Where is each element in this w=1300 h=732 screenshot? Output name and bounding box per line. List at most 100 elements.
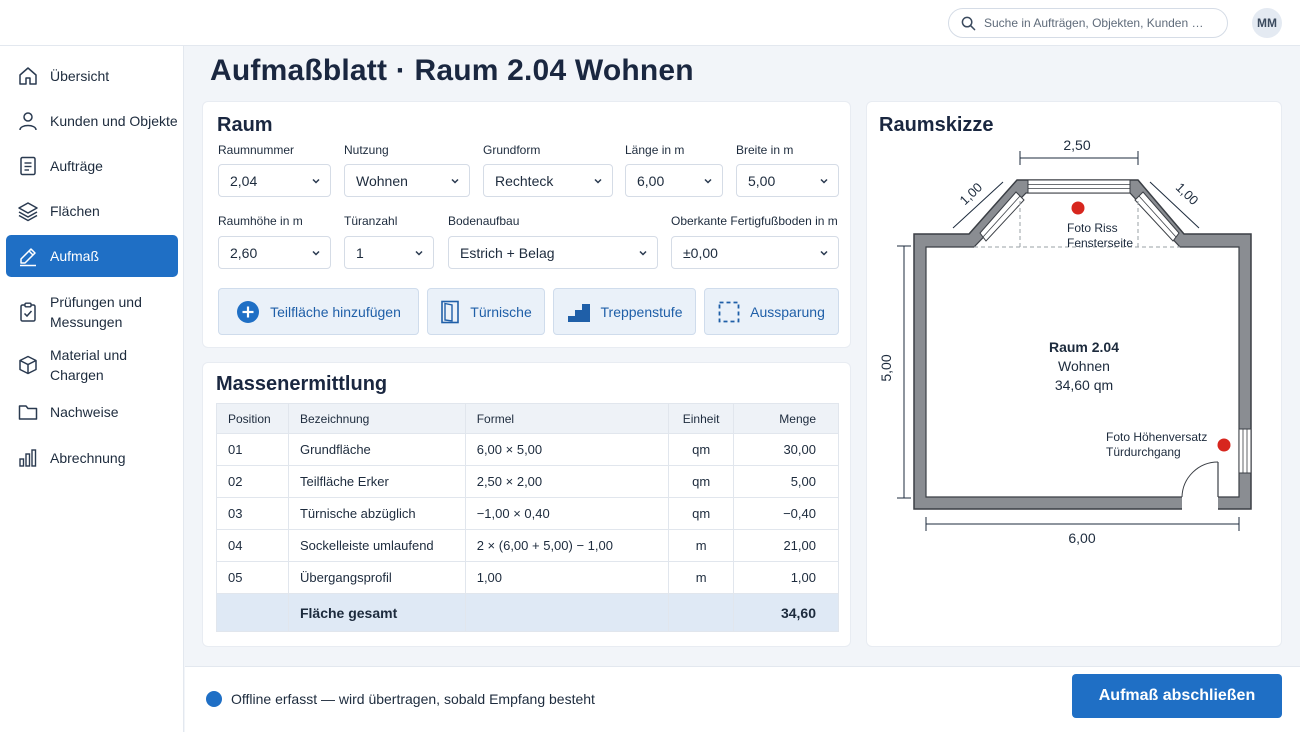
table-row[interactable]: 02 Teilfläche Erker 2,50 × 2,00 qm 5,00 xyxy=(216,465,839,498)
room-sketch[interactable]: 2,50 1,00 1,00 5,00 6,00 Raum 2.04 Wohne… xyxy=(866,102,1282,648)
column-header: Position xyxy=(216,403,289,434)
grundform-value: Rechteck xyxy=(495,172,554,189)
column-header: Bezeichnung xyxy=(287,403,466,434)
nutzung-value: Wohnen xyxy=(356,172,408,189)
grundform-select[interactable]: Rechteck xyxy=(483,164,613,197)
bodenaufbau-value: Estrich + Belag xyxy=(460,244,555,261)
formel-cell: 1,00 xyxy=(464,561,670,594)
room-area: 34,60 qm xyxy=(1055,377,1113,393)
dashed-frame-icon xyxy=(718,301,740,322)
avatar[interactable]: MM xyxy=(1252,8,1282,38)
box-icon xyxy=(17,354,39,376)
raumnummer-select[interactable]: 2,04 xyxy=(218,164,331,197)
tueranzahl-select[interactable]: 1 xyxy=(344,236,434,269)
menge-cell: 1,00 xyxy=(733,561,839,594)
tuernische-label: Türnische xyxy=(470,303,532,320)
search-box[interactable] xyxy=(948,8,1228,38)
massenermittlung-card: Massenermittlung Position Bezeichnung Fo… xyxy=(202,362,851,647)
room-use: Wohnen xyxy=(1058,358,1110,374)
home-icon xyxy=(17,65,39,87)
document-icon xyxy=(17,155,39,177)
bodenaufbau-label: Bodenaufbau xyxy=(448,214,520,228)
massenermittlung-title: Massenermittlung xyxy=(216,373,388,395)
treppenstufe-button[interactable]: Treppenstufe xyxy=(553,288,696,335)
sidebar-item-material[interactable]: Material und Chargen xyxy=(6,347,178,383)
breite-select[interactable]: 5,00 xyxy=(736,164,839,197)
table-header-row: Position Bezeichnung Formel Einheit Meng… xyxy=(216,403,839,434)
position-cell: 05 xyxy=(216,561,289,594)
raumnummer-value: 2,04 xyxy=(230,172,258,189)
table-row[interactable]: 03 Türnische abzüglich −1,00 × 0,40 qm −… xyxy=(216,497,839,530)
add-teilflaeche-button[interactable]: Teilfläche hinzufügen xyxy=(218,288,419,335)
raumnummer-label: Raumnummer xyxy=(218,143,295,157)
chevron-down-icon xyxy=(820,250,828,256)
raumhoehe-select[interactable]: 2,60 xyxy=(218,236,331,269)
sidebar-item-uebersicht[interactable]: Übersicht xyxy=(6,60,178,92)
formel-cell: −1,00 × 0,40 xyxy=(464,497,670,530)
sidebar-item-aufmass[interactable]: Aufmaß xyxy=(6,235,178,277)
chevron-down-icon xyxy=(312,178,320,184)
laenge-select[interactable]: 6,00 xyxy=(625,164,723,197)
chevron-down-icon xyxy=(312,250,320,256)
grundform-label: Grundform xyxy=(483,143,541,157)
bezeichnung-cell: Grundfläche xyxy=(287,433,466,466)
dim-top-label: 2,50 xyxy=(1063,137,1090,153)
sidebar-item-label: Aufträge xyxy=(50,158,103,174)
aussparung-button[interactable]: Aussparung xyxy=(704,288,839,335)
okff-select[interactable]: ±0,00 xyxy=(671,236,839,269)
okff-label: Oberkante Fertigfußboden in m xyxy=(671,214,838,228)
sidebar-item-flaechen[interactable]: Flächen xyxy=(6,195,178,227)
aussparung-label: Aussparung xyxy=(750,303,825,320)
bodenaufbau-select[interactable]: Estrich + Belag xyxy=(448,236,658,269)
okff-value: ±0,00 xyxy=(683,244,718,261)
menge-cell: 30,00 xyxy=(733,433,839,466)
status-dot-icon xyxy=(206,691,222,707)
bar-chart-icon xyxy=(17,447,39,469)
nutzung-select[interactable]: Wohnen xyxy=(344,164,470,197)
total-value: 34,60 xyxy=(733,593,839,632)
einheit-cell: qm xyxy=(668,433,735,466)
nutzung-label: Nutzung xyxy=(344,143,389,157)
aufmass-abschliessen-button[interactable]: Aufmaß abschließen xyxy=(1072,674,1282,718)
bezeichnung-cell: Türnische abzüglich xyxy=(287,497,466,530)
table-row[interactable]: 05 Übergangsprofil 1,00 m 1,00 xyxy=(216,561,839,594)
position-cell: 01 xyxy=(216,433,289,466)
door-icon xyxy=(441,300,460,323)
dim-left-label: 5,00 xyxy=(878,354,894,381)
bezeichnung-cell: Sockelleiste umlaufend xyxy=(287,529,466,562)
user-icon xyxy=(17,110,39,132)
chevron-down-icon xyxy=(415,250,423,256)
total-label: Fläche gesamt xyxy=(287,593,466,632)
page-title: Aufmaßblatt · Raum 2.04 Wohnen xyxy=(210,54,694,87)
sidebar-item-pruefungen[interactable]: Prüfungen und Messungen xyxy=(6,289,178,335)
raumhoehe-label: Raumhöhe in m xyxy=(218,214,303,228)
photo-marker-hoehenversatz[interactable] xyxy=(1217,438,1231,452)
sidebar-item-auftraege[interactable]: Aufträge xyxy=(6,150,178,182)
sidebar-item-label: Abrechnung xyxy=(50,450,126,466)
dim-diag-left-label: 1,00 xyxy=(957,180,986,208)
raum-card-title: Raum xyxy=(217,114,273,136)
sidebar-item-abrechnung[interactable]: Abrechnung xyxy=(6,442,178,474)
sidebar-item-kunden[interactable]: Kunden und Objekte xyxy=(6,105,178,137)
search-input[interactable] xyxy=(984,16,1214,30)
sidebar-item-label: Prüfungen und Messungen xyxy=(50,294,142,330)
ruler-pencil-icon xyxy=(17,245,39,267)
table-row[interactable]: 04 Sockelleiste umlaufend 2 × (6,00 + 5,… xyxy=(216,529,839,562)
einheit-cell: qm xyxy=(668,497,735,530)
bezeichnung-cell: Teilfläche Erker xyxy=(287,465,466,498)
footer-bar: Offline erfasst — wird übertragen, sobal… xyxy=(185,666,1300,732)
formel-cell: 2,50 × 2,00 xyxy=(464,465,670,498)
sidebar-item-label: Material und Chargen xyxy=(50,347,128,383)
sidebar-item-label: Aufmaß xyxy=(50,248,100,264)
laenge-label: Länge in m xyxy=(625,143,685,157)
sidebar-item-nachweise[interactable]: Nachweise xyxy=(6,396,178,428)
chevron-down-icon xyxy=(704,178,712,184)
chevron-down-icon xyxy=(639,250,647,256)
tuernische-button[interactable]: Türnische xyxy=(427,288,545,335)
table-row[interactable]: 01 Grundfläche 6,00 × 5,00 qm 30,00 xyxy=(216,433,839,466)
raum-card: Raum Raumnummer 2,04 Nutzung Wohnen Grun… xyxy=(202,101,851,348)
einheit-cell: m xyxy=(668,561,735,594)
photo-marker-riss[interactable] xyxy=(1071,201,1085,215)
menge-cell: 21,00 xyxy=(733,529,839,562)
einheit-cell: qm xyxy=(668,465,735,498)
